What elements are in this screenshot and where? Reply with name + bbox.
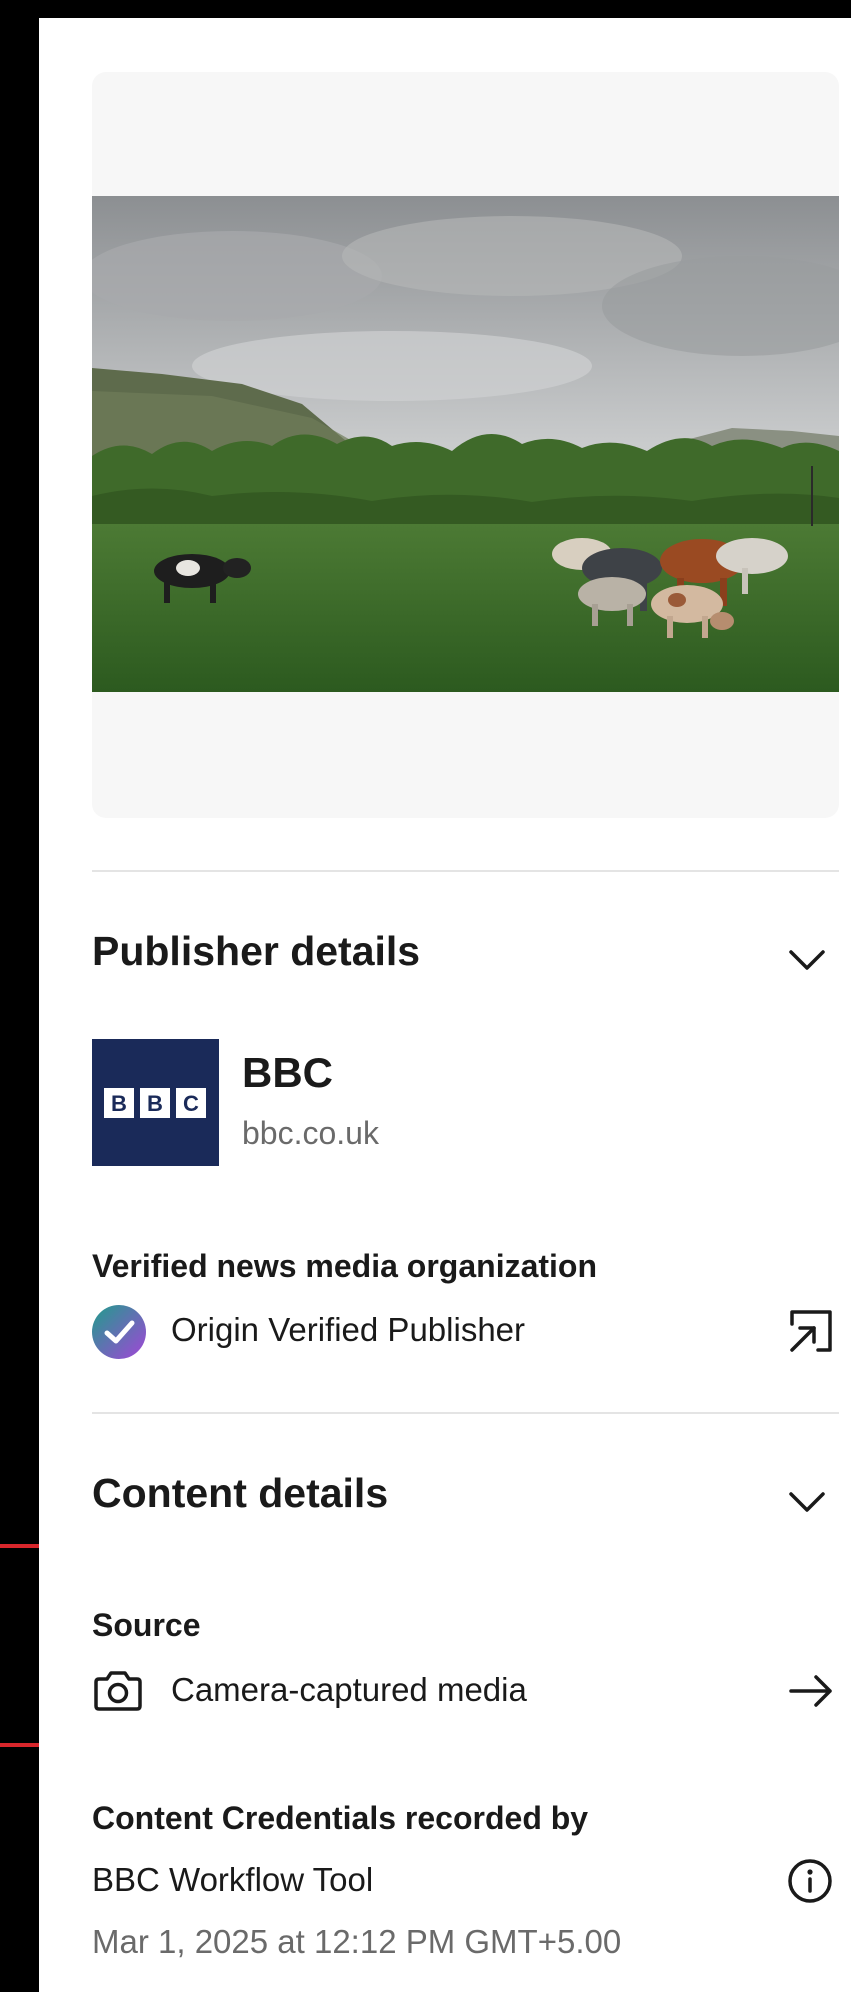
left-edge-marker-top	[0, 1544, 39, 1548]
left-edge-marker-bottom	[0, 1743, 39, 1747]
camera-icon	[94, 1671, 142, 1711]
verified-organization-label: Verified news media organization	[92, 1248, 598, 1284]
chevron-down-icon[interactable]	[787, 1490, 827, 1514]
media-image	[92, 196, 839, 692]
verified-check-icon	[92, 1305, 146, 1359]
logo-letter-1: B	[111, 1091, 127, 1116]
content-details-heading: Content details	[92, 1470, 389, 1516]
arrow-right-icon[interactable]	[788, 1673, 834, 1709]
content-credentials-panel: Publisher details B B C BBC bbc.co.uk Ve…	[39, 18, 851, 1992]
chevron-down-icon[interactable]	[787, 948, 827, 972]
source-value[interactable]: Camera-captured media	[171, 1671, 527, 1709]
recorded-by-value: BBC Workflow Tool	[92, 1861, 374, 1898]
publisher-domain: bbc.co.uk	[242, 1115, 379, 1151]
info-icon[interactable]	[787, 1858, 833, 1904]
bbc-logo-icon: B B C	[104, 1088, 206, 1118]
media-preview	[92, 72, 839, 818]
divider-top	[92, 870, 839, 872]
recorded-timestamp: Mar 1, 2025 at 12:12 PM GMT+5.00	[92, 1923, 622, 1960]
logo-letter-2: B	[147, 1091, 163, 1116]
open-external-icon[interactable]	[788, 1308, 834, 1354]
source-label: Source	[92, 1607, 201, 1643]
publisher-name: BBC	[242, 1049, 333, 1096]
publisher-logo: B B C	[92, 1039, 219, 1166]
verification-status: Origin Verified Publisher	[171, 1311, 526, 1348]
divider-middle	[92, 1412, 839, 1414]
logo-letter-3: C	[183, 1091, 199, 1116]
publisher-details-heading: Publisher details	[92, 928, 421, 974]
recorded-by-label: Content Credentials recorded by	[92, 1800, 589, 1836]
